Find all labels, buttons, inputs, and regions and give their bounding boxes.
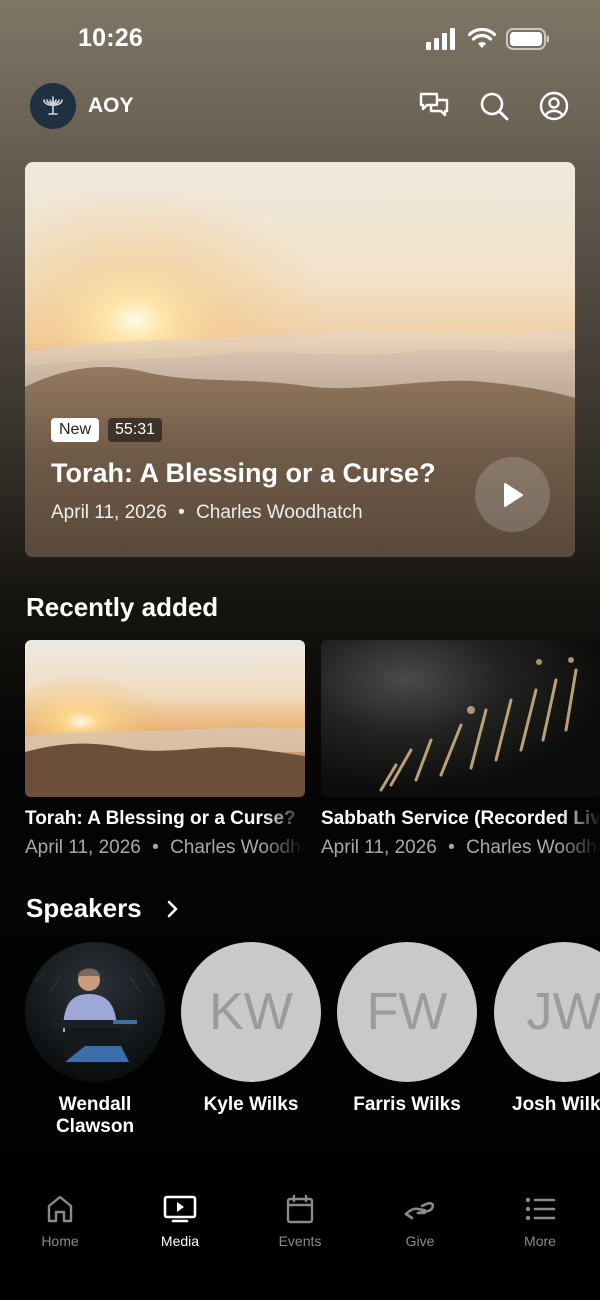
tab-label: Give bbox=[405, 1233, 435, 1249]
media-title: Torah: A Blessing or a Curse? bbox=[25, 808, 296, 829]
media-card[interactable]: Torah: A Blessing or a Curse? April 11, … bbox=[25, 640, 305, 859]
account-icon bbox=[539, 91, 569, 121]
media-thumbnail bbox=[321, 640, 600, 797]
status-icons bbox=[426, 28, 550, 50]
tab-bar: Home Media Events Give More bbox=[0, 1180, 600, 1300]
menorah-icon bbox=[43, 96, 63, 115]
speaker-item[interactable]: JW Josh Wilks bbox=[494, 942, 600, 1116]
speaker-avatar-initials: KW bbox=[181, 942, 321, 1082]
featured-date: April 11, 2026 bbox=[51, 502, 167, 523]
chevron-right-icon bbox=[167, 900, 177, 917]
new-badge: New bbox=[51, 418, 100, 442]
speaker-item[interactable]: KW Kyle Wilks bbox=[181, 942, 321, 1116]
calendar-icon bbox=[286, 1194, 314, 1224]
messages-button[interactable] bbox=[418, 90, 450, 122]
speaker-photo bbox=[25, 942, 165, 1082]
app-logo[interactable] bbox=[30, 83, 76, 129]
media-thumbnail bbox=[25, 640, 305, 797]
app-header: AOY bbox=[30, 83, 570, 129]
status-time: 10:26 bbox=[78, 24, 143, 52]
speaker-name: Josh Wilks bbox=[512, 1094, 600, 1115]
status-bar: 10:26 bbox=[0, 0, 600, 80]
featured-title: Torah: A Blessing or a Curse? bbox=[51, 458, 436, 488]
speaker-name: Wendall Clawson bbox=[55, 1094, 135, 1137]
meta-separator: • bbox=[178, 502, 185, 523]
duration-badge: 55:31 bbox=[108, 418, 163, 442]
tab-label: More bbox=[524, 1233, 556, 1249]
give-icon bbox=[404, 1201, 435, 1220]
tv-play-icon bbox=[163, 1195, 197, 1223]
speaker-item[interactable]: Wendall Clawson bbox=[25, 942, 165, 1138]
list-icon bbox=[525, 1197, 556, 1221]
play-button[interactable] bbox=[475, 457, 550, 532]
tab-more[interactable]: More bbox=[480, 1180, 600, 1300]
media-meta: April 11, 2026 • Charles Woodhatch bbox=[321, 837, 600, 858]
tab-home[interactable]: Home bbox=[0, 1180, 120, 1300]
tab-media[interactable]: Media bbox=[120, 1180, 240, 1300]
wifi-icon bbox=[468, 28, 496, 48]
home-icon bbox=[47, 1195, 73, 1223]
featured-speaker: Charles Woodhatch bbox=[196, 502, 363, 523]
search-button[interactable] bbox=[478, 90, 510, 122]
speaker-avatar-initials: JW bbox=[494, 942, 600, 1082]
cellular-signal-icon bbox=[426, 28, 455, 50]
media-meta: April 11, 2026 • Charles Woodhatch bbox=[25, 837, 305, 858]
tab-give[interactable]: Give bbox=[360, 1180, 480, 1300]
recently-added-heading: Recently added bbox=[26, 592, 219, 622]
play-icon bbox=[503, 482, 523, 507]
featured-meta: April 11, 2026 • Charles Woodhatch bbox=[51, 502, 363, 524]
app-name: AOY bbox=[88, 94, 134, 117]
media-title: Sabbath Service (Recorded Live) bbox=[321, 808, 600, 829]
tab-label: Events bbox=[278, 1233, 322, 1249]
speaker-item[interactable]: FW Farris Wilks bbox=[337, 942, 477, 1116]
battery-icon bbox=[506, 28, 549, 50]
tab-events[interactable]: Events bbox=[240, 1180, 360, 1300]
speaker-avatar-initials: FW bbox=[337, 942, 477, 1082]
header-actions bbox=[418, 90, 570, 122]
speakers-heading[interactable]: Speakers bbox=[26, 893, 180, 924]
tab-label: Home bbox=[41, 1233, 79, 1249]
chat-bubbles-icon bbox=[419, 92, 449, 117]
media-card[interactable]: Sabbath Service (Recorded Live) April 11… bbox=[321, 640, 600, 859]
speaker-name: Farris Wilks bbox=[353, 1094, 461, 1115]
tab-label: Media bbox=[160, 1233, 200, 1249]
profile-button[interactable] bbox=[538, 90, 570, 122]
search-icon bbox=[480, 92, 509, 121]
speaker-name: Kyle Wilks bbox=[203, 1094, 299, 1115]
